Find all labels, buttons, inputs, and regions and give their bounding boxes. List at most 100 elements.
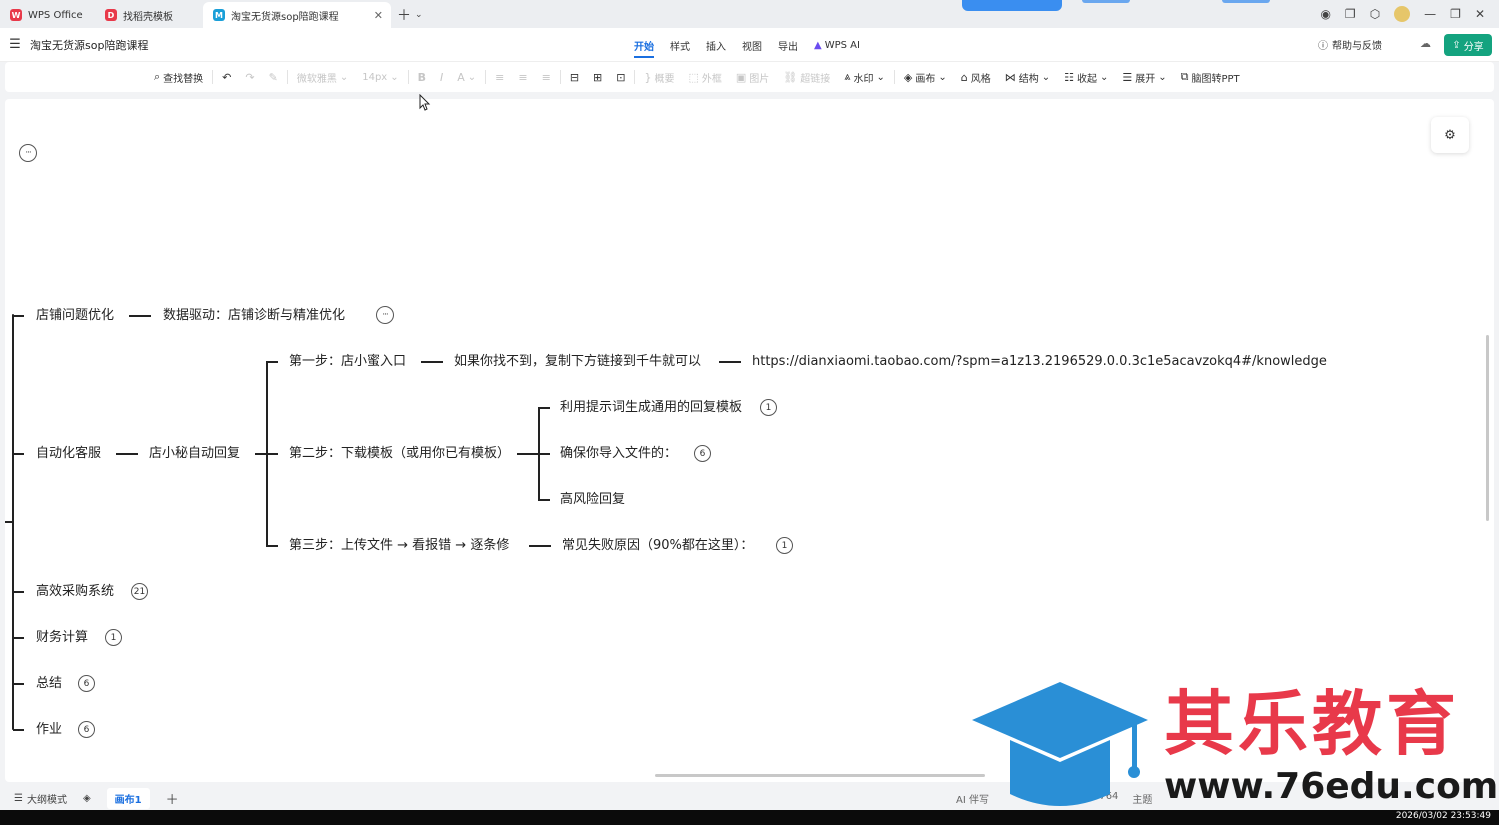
redo-button[interactable]: ↷ — [238, 71, 261, 84]
connector-line — [13, 315, 24, 317]
expand-button[interactable]: ☰ 展开 ⌄ — [1115, 70, 1173, 85]
floating-widget[interactable] — [962, 0, 1062, 11]
connector-line — [13, 683, 24, 685]
child-count-badge[interactable]: 6 — [78, 721, 95, 738]
mindmap-node-summary[interactable]: 总结 — [36, 676, 62, 692]
frame-label: 外框 — [701, 73, 722, 85]
tab-label: WPS Office — [28, 9, 83, 21]
help-feedback-button[interactable]: ⓘ 帮助与反馈 — [1318, 37, 1382, 52]
cloud-sync-icon[interactable]: ☁ — [1420, 37, 1431, 50]
connector-line — [5, 521, 13, 523]
divider — [893, 70, 895, 84]
mindmap-node-step1-hint[interactable]: 如果你找不到，复制下方链接到千牛就可以 — [454, 354, 701, 370]
format-painter-button[interactable]: ✎ — [262, 71, 285, 84]
mindmap-node-finance[interactable]: 财务计算 — [36, 630, 88, 646]
tab-template[interactable]: D 找稻壳模板 — [95, 2, 203, 28]
style-button[interactable]: ⌂ 风格 — [954, 70, 998, 85]
ai-assistant-icon[interactable]: ◉ — [1320, 7, 1330, 21]
menu-tab-view[interactable]: 视图 — [742, 38, 762, 53]
align-center-icon: ≡ — [518, 70, 528, 84]
child-count-badge[interactable]: 1 — [760, 399, 777, 416]
close-window-icon[interactable]: ✕ — [1475, 7, 1485, 21]
more-options-icon[interactable]: ··· — [19, 144, 37, 162]
tab-mindmap[interactable]: M 淘宝无货源sop陪跑课程 ✕ — [203, 2, 391, 28]
settings-sliders-icon[interactable]: ⚙ — [1431, 117, 1469, 153]
find-replace-button[interactable]: ⌕ 查找替换 — [147, 70, 210, 85]
summary-button[interactable]: } 概要 — [637, 70, 681, 85]
menu-tab-insert[interactable]: 插入 — [706, 38, 726, 53]
child-count-badge[interactable]: 1 — [105, 629, 122, 646]
mindmap-node-auto-service[interactable]: 自动化客服 — [36, 446, 101, 462]
collapse-button[interactable]: ☷ 收起 ⌄ — [1057, 70, 1115, 85]
chevron-down-icon[interactable]: ⌄ — [415, 10, 423, 20]
mindmap-canvas[interactable]: ··· ⚙ 店铺问题优化 数据驱动：店铺诊断与精准优化 ··· 自动化客服 店小… — [5, 99, 1494, 782]
canvas-button[interactable]: ◈ 画布 ⌄ — [897, 70, 954, 85]
collapsed-branch-icon[interactable]: ··· — [376, 306, 394, 324]
align-right-icon: ≡ — [541, 70, 551, 84]
child-count-badge[interactable]: 6 — [78, 675, 95, 692]
mindmap-node-step2-ensure[interactable]: 确保你导入文件的： — [560, 446, 677, 462]
align-left-button[interactable]: ≡ — [488, 71, 511, 84]
text-color-button[interactable]: A ⌄ — [450, 71, 483, 84]
menu-tab-wps-ai[interactable]: ▲ WPS AI — [814, 40, 860, 51]
insert-sibling-button[interactable]: ⊟ — [563, 71, 586, 84]
page-tab[interactable]: 画布1 — [106, 787, 150, 809]
to-ppt-label: 脑图转PPT — [1191, 73, 1240, 85]
close-icon[interactable]: ✕ — [374, 9, 383, 22]
connector-line — [517, 453, 539, 455]
mindmap-node-step1[interactable]: 第一步：店小蜜入口 — [289, 354, 406, 370]
structure-button[interactable]: ⋈ 结构 ⌄ — [998, 70, 1057, 85]
mindmap-node-step3-reasons[interactable]: 常见失败原因（90%都在这里）： — [562, 538, 753, 554]
child-count-badge[interactable]: 1 — [776, 537, 793, 554]
undo-button[interactable]: ↶ — [215, 71, 238, 84]
menu-tab-export[interactable]: 导出 — [778, 38, 798, 53]
minimize-icon[interactable]: — — [1424, 7, 1436, 21]
horizontal-scrollbar[interactable] — [655, 774, 985, 777]
structure-label: 结构 — [1018, 73, 1039, 85]
restore-icon[interactable]: ❐ — [1450, 7, 1461, 21]
share-button[interactable]: ⇪ 分享 — [1444, 34, 1492, 56]
mindmap-node-step2-risk[interactable]: 高风险回复 — [560, 492, 625, 508]
menu-tab-start[interactable]: 开始 — [634, 38, 654, 58]
mindmap-node-shop-optimization[interactable]: 店铺问题优化 — [36, 308, 114, 324]
shirt-icon: ⌂ — [960, 70, 968, 84]
mindmap-node-purchase[interactable]: 高效采购系统 — [36, 584, 114, 600]
add-tab-button[interactable]: ＋ ⌄ — [391, 2, 429, 28]
mindmap-node-step2[interactable]: 第二步：下载模板（或用你已有模板） — [289, 446, 510, 462]
system-clock: 2026/03/02 23:53:49 — [1395, 811, 1491, 821]
mindmap-node-step2-template[interactable]: 利用提示词生成通用的回复模板 — [560, 400, 742, 416]
mindmap-node-auto-reply[interactable]: 店小秘自动回复 — [149, 446, 240, 462]
mindmap-node-step1-link[interactable]: https://dianxiaomi.taobao.com/?spm=a1z13… — [752, 354, 1327, 370]
insert-child-button[interactable]: ⊞ — [586, 71, 609, 84]
hyperlink-button[interactable]: ⛓ 超链接 — [776, 70, 837, 85]
mindmap-node-data-driven[interactable]: 数据驱动：店铺诊断与精准优化 — [163, 308, 345, 324]
hamburger-menu-icon[interactable]: ☰ — [0, 37, 30, 52]
paint-bucket-icon: ◈ — [903, 70, 913, 84]
child-count-badge[interactable]: 6 — [694, 445, 711, 462]
document-title[interactable]: 淘宝无货源sop陪跑课程 — [30, 37, 148, 53]
add-page-button[interactable]: ＋ — [158, 789, 187, 808]
frame-button[interactable]: ⬚ 外框 — [681, 70, 728, 85]
image-button[interactable]: ▣ 图片 — [729, 70, 776, 85]
mindmap-node-homework[interactable]: 作业 — [36, 722, 62, 738]
menu-tab-style[interactable]: 样式 — [670, 38, 690, 53]
avatar[interactable] — [1394, 6, 1411, 22]
mindmap-node-step3[interactable]: 第三步：上传文件 → 看报错 → 逐条修 — [289, 538, 509, 554]
tab-wps-office[interactable]: W WPS Office — [0, 2, 95, 28]
align-center-button[interactable]: ≡ — [511, 71, 534, 84]
font-size-select[interactable]: 14px ⌄ — [355, 72, 405, 83]
insert-parent-button[interactable]: ⊡ — [609, 71, 632, 84]
vertical-scrollbar[interactable] — [1486, 335, 1489, 521]
mindmap-to-ppt-button[interactable]: ⧉ 脑图转PPT — [1174, 70, 1247, 85]
window-icon[interactable]: ❐ — [1345, 7, 1356, 21]
align-right-button[interactable]: ≡ — [535, 71, 558, 84]
font-family-select[interactable]: 微软雅黑 ⌄ — [290, 70, 355, 85]
connector-line — [719, 361, 741, 363]
bold-button[interactable]: B — [411, 71, 433, 84]
watermark-button[interactable]: ⩓ 水印 ⌄ — [837, 70, 892, 85]
italic-button[interactable]: I — [433, 71, 450, 84]
layers-button[interactable]: ◈ — [75, 793, 99, 804]
outline-mode-button[interactable]: ☰ 大纲模式 — [0, 791, 75, 806]
cube-icon[interactable]: ⬡ — [1370, 7, 1380, 21]
child-count-badge[interactable]: 21 — [131, 583, 148, 600]
